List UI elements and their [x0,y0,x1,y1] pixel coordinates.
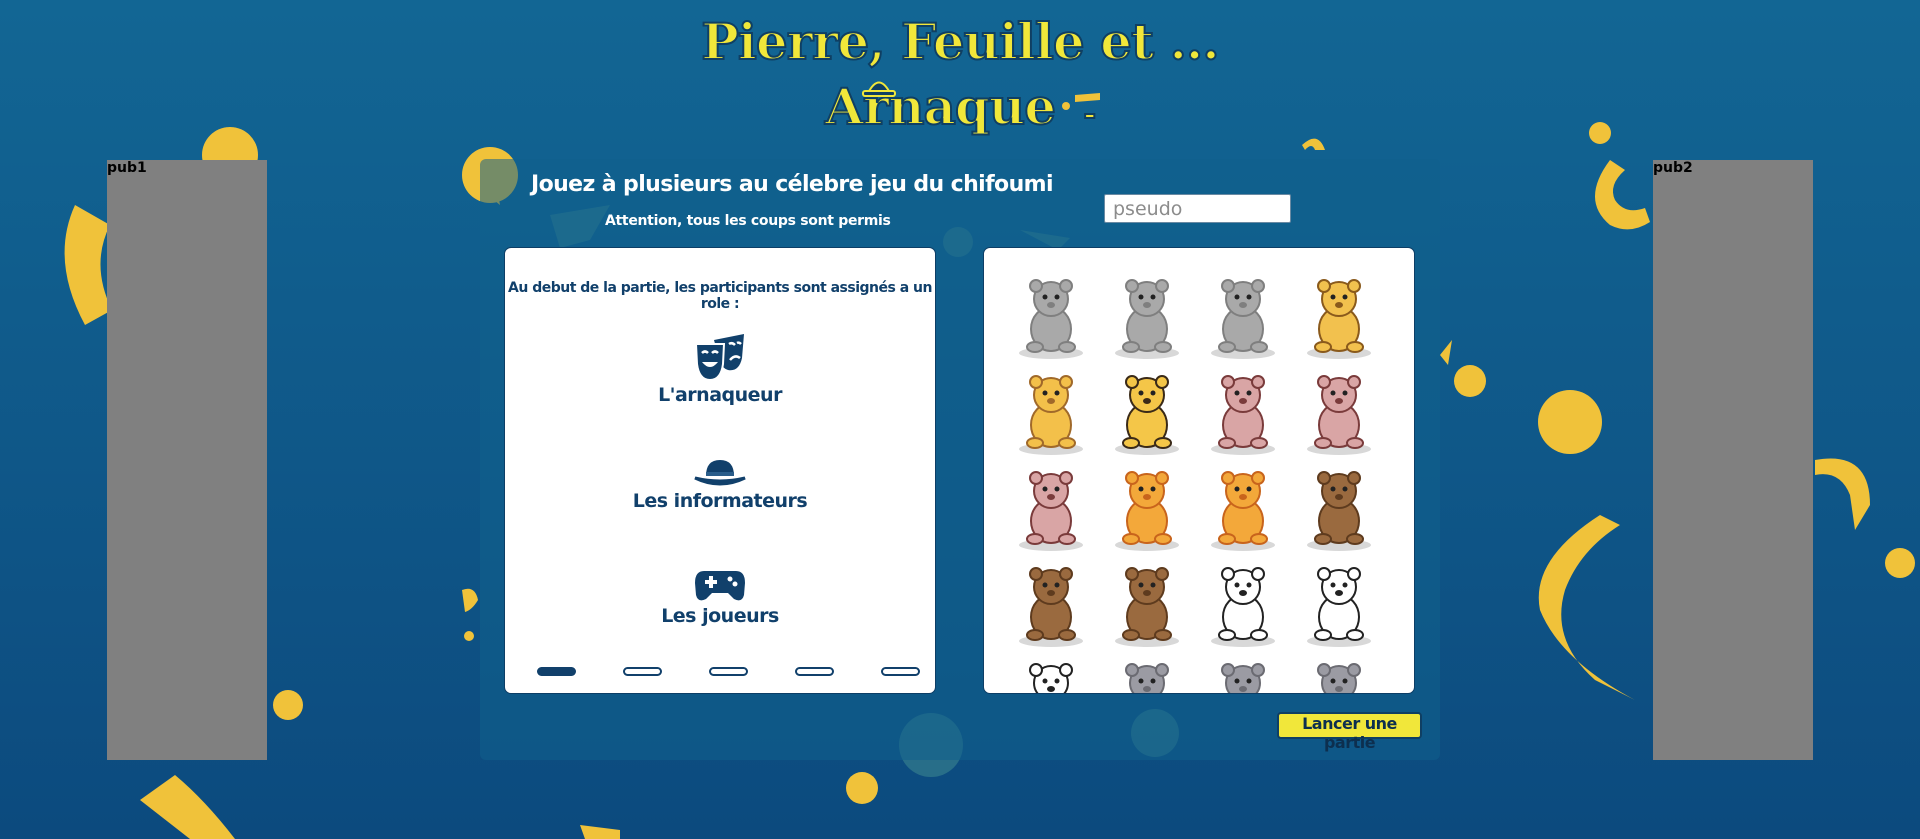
role-label: Les informateurs [632,490,808,512]
avatar-option-rhino-small[interactable] [1297,657,1381,694]
pseudo-input[interactable] [1104,194,1291,223]
page-title: Pierre, Feuille et ... [0,11,1920,73]
intro-headline: Jouez à plusieurs au célebre jeu du chif… [531,172,1054,197]
avatar-option-elephant-tusks[interactable] [1105,273,1189,361]
avatar-option-panda-peeking[interactable] [1009,657,1093,694]
title-suffix: - [1082,96,1097,133]
carousel-indicators [537,667,921,679]
hat-icon [694,460,746,486]
avatar-picker [983,247,1415,694]
avatar-option-bear-waving[interactable] [1009,561,1093,649]
intro-subline: Attention, tous les coups sont permis [605,213,891,229]
carousel-dot[interactable] [795,667,834,676]
carousel-dot[interactable] [881,667,920,676]
role-label: Les joueurs [661,605,779,627]
title-line-1: Pierre, Feuille et ... [700,11,1220,72]
avatar-option-elephant-sitting[interactable] [1201,273,1285,361]
role-joueurs: Les joueurs [505,569,935,627]
role-label: L'arnaqueur [658,384,782,406]
avatar-option-panda-sitting[interactable] [1201,561,1285,649]
avatar-option-hedgehog-pink[interactable] [1201,369,1285,457]
avatar-option-lion-cub-stretch[interactable] [1105,465,1189,553]
launch-game-button[interactable]: Lancer une partie [1277,712,1422,752]
ad-right: pub2 [1653,160,1813,760]
avatar-option-leopard-yoga[interactable] [1297,273,1381,361]
title-line-2: Arnaque [824,76,1057,137]
page-title-line-2: Arnaque - [0,76,1920,146]
avatar-option-hedgehog-ball[interactable] [1009,465,1093,553]
ad-right-label: pub2 [1653,160,1693,176]
roles-card: Au debut de la partie, les participants … [504,247,936,694]
avatar-option-lion-dancing[interactable] [1201,465,1285,553]
ad-left-label: pub1 [107,160,147,176]
role-arnaqueur: L'arnaqueur [505,334,935,406]
carousel-dot[interactable] [537,667,576,676]
gamepad-icon [695,571,745,601]
avatar-option-giraffe-sitting[interactable] [1009,369,1093,457]
roles-intro: Au debut de la partie, les participants … [508,280,932,312]
avatar-option-rhino-grey[interactable] [1201,657,1285,694]
avatar-option-hedgehog-brown[interactable] [1297,369,1381,457]
avatar-option-bear-brown-standing[interactable] [1297,465,1381,553]
theater-masks-icon [694,334,744,382]
avatar-option-bear-cub[interactable] [1105,561,1189,649]
ad-left: pub1 [107,160,267,760]
carousel-dot[interactable] [623,667,662,676]
role-informateurs: Les informateurs [505,458,935,512]
carousel-dot[interactable] [709,667,748,676]
avatar-option-panda-breakdance[interactable] [1297,561,1381,649]
avatar-option-cheetah-sitting[interactable] [1105,369,1189,457]
avatar-option-rhino-peeking[interactable] [1105,657,1189,694]
avatar-option-elephant-dancing[interactable] [1009,273,1093,361]
